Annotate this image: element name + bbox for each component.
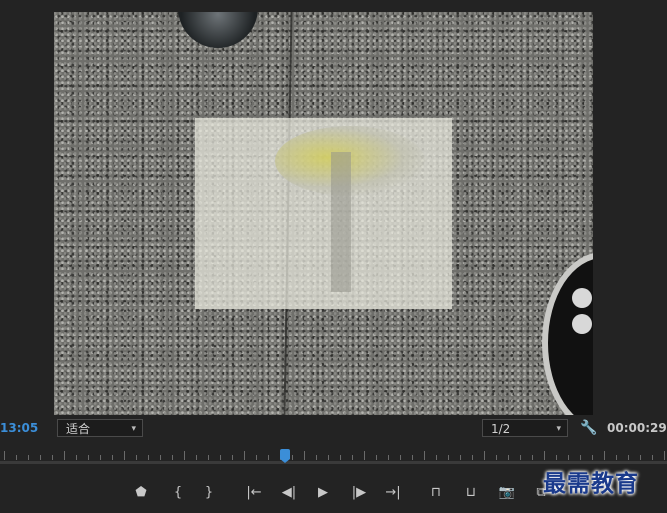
ruler-tick [616,455,617,460]
ruler-tick [328,455,329,460]
ruler-tick [232,455,233,460]
ruler-tick [40,455,41,460]
ruler-tick [484,451,485,460]
extract-icon[interactable]: ⊔ [461,484,481,502]
marker-icon[interactable]: ⬟ [131,484,151,502]
ruler-tick [460,455,461,460]
lift-icon[interactable]: ⊓ [426,484,446,502]
ruler-tick [184,451,185,460]
chevron-down-icon: ▾ [556,424,561,434]
zoom-fit-select[interactable]: 适合 ▾ [57,419,143,437]
watermark-logo: 最需教育 [543,470,639,497]
wrench-icon[interactable]: 🔧 [580,420,597,436]
ruler-tick [568,455,569,460]
ruler-tick [436,455,437,460]
ruler-tick [664,451,665,460]
go-to-in-icon[interactable]: |← [244,484,264,502]
ruler-tick [4,451,5,460]
ruler-tick [244,451,245,460]
ruler-tick [532,455,533,460]
go-to-out-icon[interactable]: →| [383,484,403,502]
ruler-tick [604,451,605,460]
ruler-tick [340,455,341,460]
ruler-tick [388,455,389,460]
time-ruler[interactable] [0,446,667,464]
ruler-tick [268,455,269,460]
ruler-tick [136,455,137,460]
ruler-tick [256,455,257,460]
ruler-tick [652,455,653,460]
playhead-handle[interactable] [280,449,290,463]
ruler-tick [16,455,17,460]
ruler-tick [172,455,173,460]
camera-icon[interactable]: 📷 [497,484,517,502]
ruler-tick [52,455,53,460]
ruler-tick [520,455,521,460]
ruler-tick [544,451,545,460]
step-forward-icon[interactable]: |▶ [349,484,369,502]
ruler-tick [28,455,29,460]
ruler-tick [640,455,641,460]
ruler-tick [508,455,509,460]
mark-out-icon[interactable]: } [199,484,219,502]
ruler-tick [592,455,593,460]
ruler-tick [220,455,221,460]
playback-resolution-value: 1/2 [491,422,511,436]
ruler-tick [400,455,401,460]
ruler-tick [76,455,77,460]
mark-in-icon[interactable]: { [168,484,188,502]
ruler-tick [124,451,125,460]
ruler-tick [628,455,629,460]
ruler-tick [376,455,377,460]
ruler-tick [316,455,317,460]
ruler-tick [304,451,305,460]
ruler-tick [556,455,557,460]
program-monitor-viewer[interactable] [54,12,593,415]
ruler-tick [364,451,365,460]
video-shoe [178,12,258,48]
ruler-tick [292,455,293,460]
ruler-tick [472,455,473,460]
zoom-fit-value: 适合 [66,422,91,436]
playback-resolution-select[interactable]: 1/2 ▾ [482,419,568,437]
ruler-tick [496,455,497,460]
ruler-tick [352,455,353,460]
ruler-tick [88,455,89,460]
ruler-tick [196,455,197,460]
ruler-tick [412,455,413,460]
duration-timecode: 00:00:29: [607,421,667,435]
ruler-tick [160,455,161,460]
ruler-tick [580,455,581,460]
current-timecode[interactable]: 13:05 [0,421,38,435]
step-back-icon[interactable]: ◀| [279,484,299,502]
ruler-tick [148,455,149,460]
chevron-down-icon: ▾ [131,424,136,434]
ruler-tick [112,455,113,460]
overlay-glass-shape [331,152,351,292]
play-icon[interactable]: ▶ [313,484,333,502]
ruler-tick [448,455,449,460]
ruler-tick [64,451,65,460]
ruler-tick [208,455,209,460]
video-overlay-layer [195,118,452,309]
video-clock-object [542,252,593,415]
ruler-tick [100,455,101,460]
ruler-tick [424,451,425,460]
